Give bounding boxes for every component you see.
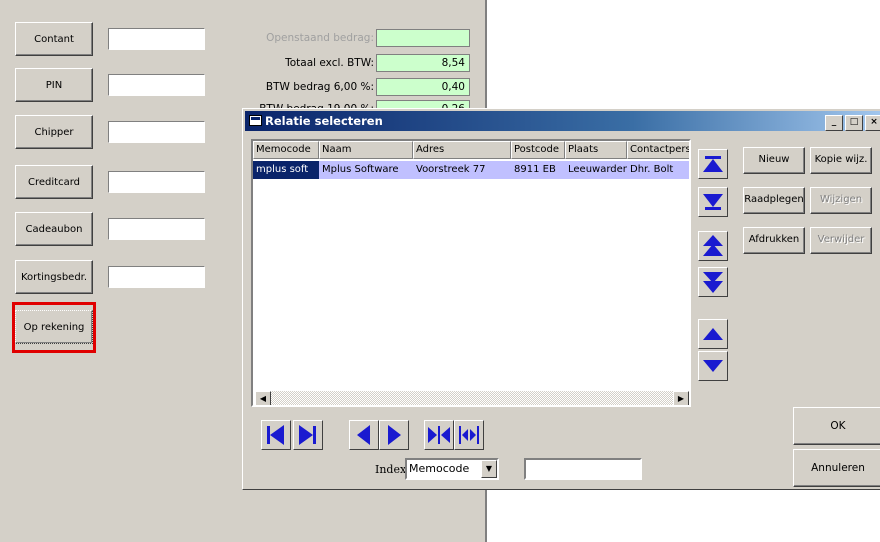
last-column-icon[interactable] <box>293 420 323 450</box>
first-column-icon[interactable] <box>261 420 291 450</box>
btw-6-label: BTW bedrag 6,00 %: <box>265 81 374 93</box>
contant-button[interactable]: Contant <box>15 22 93 56</box>
prior-record-icon[interactable] <box>698 319 728 349</box>
totaal-excl-label: Totaal excl. BTW: <box>285 57 374 69</box>
minimize-button[interactable]: _ <box>825 115 843 131</box>
creditcard-button[interactable]: Creditcard <box>15 165 93 199</box>
table-cell-adres[interactable]: Voorstreek 77 <box>413 161 511 179</box>
index-select[interactable]: Memocode ▼ <box>405 458 499 480</box>
table-cell-memocode[interactable]: mplus soft <box>253 161 319 179</box>
annuleren-button[interactable]: Annuleren <box>793 449 880 487</box>
page-up-icon[interactable] <box>698 231 728 261</box>
page-down-icon[interactable] <box>698 267 728 297</box>
column-header-memocode[interactable]: Memocode <box>253 141 319 159</box>
kopie-wijz-button[interactable]: Kopie wijz. <box>810 147 872 174</box>
window-icon <box>249 115 262 126</box>
dialog-title: Relatie selecteren <box>265 114 383 128</box>
pin-button[interactable]: PIN <box>15 68 93 102</box>
totaal-excl-value: 8,54 <box>376 54 470 72</box>
shrink-column-icon[interactable] <box>424 420 454 450</box>
cadeaubon-button[interactable]: Cadeaubon <box>15 212 93 246</box>
afdrukken-button[interactable]: Afdrukken <box>743 227 805 254</box>
pin-amount-input[interactable] <box>108 74 205 96</box>
kortingsbedrag-button[interactable]: Kortingsbedr. <box>15 260 93 294</box>
chipper-button[interactable]: Chipper <box>15 115 93 149</box>
close-button[interactable]: × <box>865 115 880 131</box>
expand-column-icon[interactable] <box>454 420 484 450</box>
cadeaubon-amount-input[interactable] <box>108 218 205 240</box>
scroll-right-icon[interactable]: ▶ <box>673 391 689 405</box>
table-cell-naam[interactable]: Mplus Software <box>319 161 413 179</box>
raadplegen-button[interactable]: Raadplegen <box>743 187 805 214</box>
column-header-contactpers[interactable]: Contactpers <box>627 141 689 159</box>
index-select-value: Memocode <box>409 462 470 475</box>
next-record-icon[interactable] <box>698 351 728 381</box>
column-header-adres[interactable]: Adres <box>413 141 511 159</box>
column-header-naam[interactable]: Naam <box>319 141 413 159</box>
verwijder-button[interactable]: Verwijder <box>810 227 872 254</box>
scroll-left-button-icon[interactable] <box>349 420 379 450</box>
chipper-amount-input[interactable] <box>108 121 205 143</box>
table-cell-plaats[interactable]: Leeuwarden <box>565 161 627 179</box>
index-search-input[interactable] <box>524 458 642 480</box>
highlight-box <box>12 302 96 353</box>
first-record-icon[interactable] <box>698 149 728 179</box>
column-header-plaats[interactable]: Plaats <box>565 141 627 159</box>
openstaand-label: Openstaand bedrag: <box>266 32 374 44</box>
scroll-left-icon[interactable]: ◀ <box>255 391 271 405</box>
maximize-button[interactable]: □ <box>845 115 863 131</box>
relatie-selecteren-dialog: Relatie selecteren _ □ × Memocode Naam A… <box>242 108 880 490</box>
contant-amount-input[interactable] <box>108 28 205 50</box>
table-cell-contactpers[interactable]: Dhr. Bolt <box>627 161 689 179</box>
last-record-icon[interactable] <box>698 187 728 217</box>
column-header-postcode[interactable]: Postcode <box>511 141 565 159</box>
nieuw-button[interactable]: Nieuw <box>743 147 805 174</box>
dialog-titlebar[interactable]: Relatie selecteren _ □ × <box>245 111 880 131</box>
scroll-right-button-icon[interactable] <box>379 420 409 450</box>
openstaand-value <box>376 29 470 47</box>
table-cell-postcode[interactable]: 8911 EB <box>511 161 565 179</box>
kortingsbedrag-amount-input[interactable] <box>108 266 205 288</box>
btw-6-value: 0,40 <box>376 78 470 96</box>
creditcard-amount-input[interactable] <box>108 171 205 193</box>
ok-button[interactable]: OK <box>793 407 880 445</box>
chevron-down-icon[interactable]: ▼ <box>481 460 497 478</box>
wijzigen-button[interactable]: Wijzigen <box>810 187 872 214</box>
relatie-grid[interactable]: Memocode Naam Adres Postcode Plaats Cont… <box>251 139 691 407</box>
horizontal-scrollbar[interactable]: ◀ ▶ <box>255 391 689 405</box>
